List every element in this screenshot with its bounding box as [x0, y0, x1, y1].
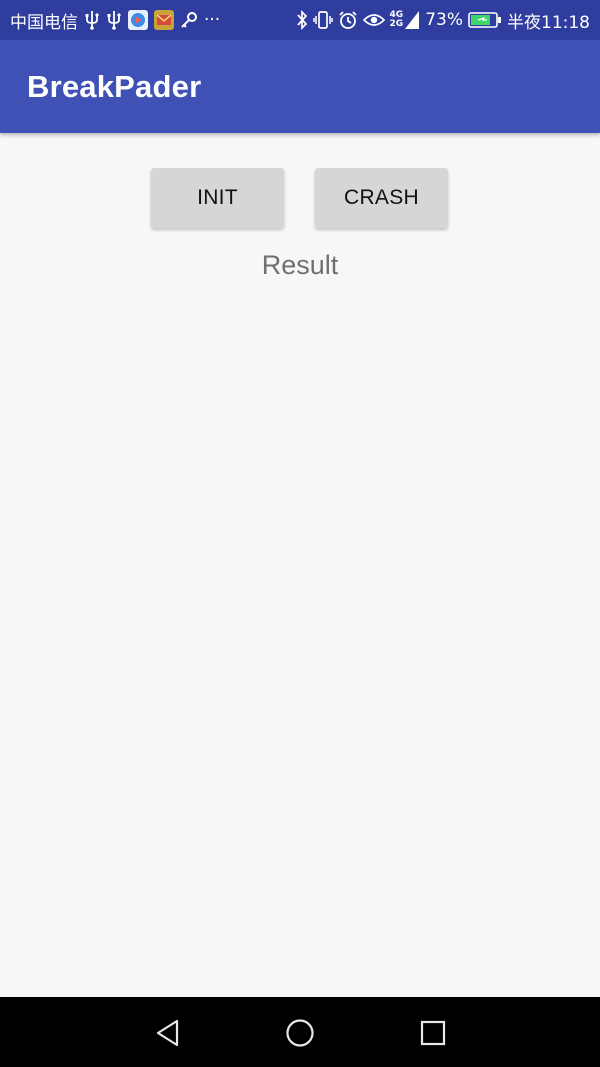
- usb-icon: [106, 10, 122, 30]
- video-app-icon: [128, 10, 148, 30]
- app-title: BreakPader: [27, 68, 202, 104]
- battery-percent: 73%: [425, 10, 463, 30]
- result-text: Result: [261, 250, 339, 280]
- key-icon: [180, 11, 198, 29]
- navigation-bar: [0, 997, 600, 1067]
- status-bar-left: 中国电信 ···: [10, 8, 220, 33]
- back-icon: [156, 1019, 179, 1047]
- vibrate-icon: [312, 10, 333, 30]
- crash-button[interactable]: CRASH: [315, 168, 448, 228]
- usb-icon: [84, 10, 100, 30]
- recent-apps-icon: [420, 1020, 446, 1046]
- signal-label-2g: 2G: [389, 19, 404, 29]
- status-time: 半夜11:18: [507, 12, 590, 33]
- back-button[interactable]: [146, 1011, 190, 1055]
- status-bar-right: 4G 2G 73% 半夜11:18: [296, 8, 590, 33]
- more-notifications-indicator: ···: [204, 10, 221, 30]
- mail-app-icon: [154, 10, 174, 30]
- battery-icon: [468, 11, 502, 29]
- eye-icon: [362, 12, 385, 28]
- signal-icon: 4G 2G: [390, 10, 421, 30]
- app-bar: BreakPader: [0, 40, 600, 133]
- init-button[interactable]: INIT: [151, 168, 284, 228]
- recent-apps-button[interactable]: [411, 1011, 455, 1055]
- carrier-name: 中国电信: [10, 12, 78, 33]
- bluetooth-icon: [296, 10, 308, 30]
- status-bar: 中国电信 ··· 4G 2G 73% 半夜11:18: [0, 0, 600, 40]
- home-button[interactable]: [278, 1011, 322, 1055]
- alarm-icon: [338, 10, 358, 30]
- home-icon: [286, 1019, 314, 1047]
